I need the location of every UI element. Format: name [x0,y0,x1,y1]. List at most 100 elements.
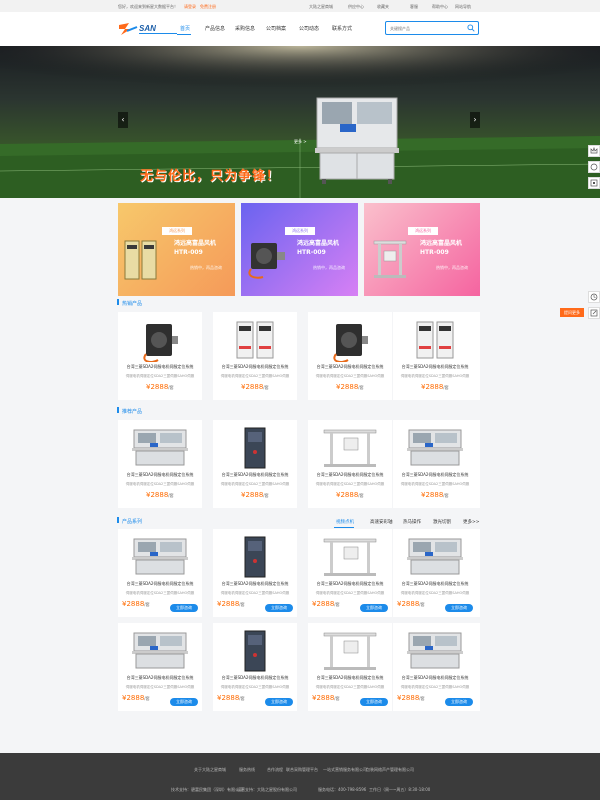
category-card-2[interactable]: 鸿远系列 鸿远高富晶风机 HTR-009 热销中，再品咨询 [241,203,358,296]
login-link[interactable]: 请登录 [184,4,196,10]
consult-button[interactable]: 立即咨询 [170,604,198,612]
search-box [385,21,479,35]
category-more: 热销中，再品咨询 [313,265,345,270]
tab-series-2[interactable]: 高速安彩轴 [370,519,393,525]
footer-link-process[interactable]: 合作流程 [267,767,283,773]
logo[interactable]: SAN 新星 [117,21,181,37]
category-card-3[interactable]: 鸿远系列 鸿远高富晶风机 HTR-009 热销中，再品咨询 [364,203,480,296]
side-tool-top[interactable] [588,291,600,303]
price-unit: /套 [144,696,150,701]
product-name: 台湾三菱SDA2伺服电机伺服定位系统 [316,581,384,586]
toplink-mall[interactable]: 大陆之星商城 [309,4,333,10]
side-tool-edit[interactable] [588,307,600,319]
price-unit: /套 [419,602,425,607]
product-card[interactable]: 台湾三菱SDA2伺服电机伺服定位系统 伺服电机伺服定位SDA2三菱伺服SAHO伺服… [118,312,202,400]
nav-contact[interactable]: 联系方式 [332,25,352,32]
consult-button[interactable]: 立即咨询 [445,604,473,612]
product-card[interactable]: 台湾三菱SDA2伺服电机伺服定位系统 伺服电机伺服定位SDA2三菱伺服SAHO伺服… [308,312,392,400]
product-name: 台湾三菱SDA2伺服电机伺服定位系统 [316,364,384,369]
register-link[interactable]: 免费注册 [200,4,216,10]
product-price: ¥2888/套 [122,600,150,608]
product-price: ¥2888/套 [241,383,269,391]
side-tool-crown[interactable] [588,145,600,157]
nav-company[interactable]: 公司档案 [266,25,286,32]
product-price: ¥2888/套 [336,383,364,391]
nav-news[interactable]: 公司动态 [299,25,319,32]
product-price: ¥2888/套 [122,694,150,702]
toplink-help[interactable]: 帮助中心 [432,4,448,10]
product-card[interactable]: 台湾三菱SDA2伺服电机伺服定位系统 伺服电机伺服定位SDA2三菱伺服SAHO伺服… [393,312,480,400]
product-name: 台湾三菱SDA2伺服电机伺服定位系统 [401,581,469,586]
banner-next-button[interactable]: › [470,112,480,128]
search-input[interactable] [390,24,460,33]
nav-purchase[interactable]: 采购信息 [235,25,255,32]
consult-button[interactable]: 立即咨询 [445,698,473,706]
product-image [236,321,274,359]
product-card[interactable]: 台湾三菱SDA2伺服电机伺服定位系统 伺服电机伺服定位SDA2三菱伺服SAHO伺服… [393,529,480,617]
product-name: 台湾三菱SDA2伺服电机伺服定位系统 [401,364,469,369]
banner-slogan: 无与伦比，只为争锋！ [140,169,281,184]
hero-banner[interactable]: 无与伦比，只为争锋！ 更多 > ‹ › [0,46,600,198]
nav-home[interactable]: 首页 [180,25,190,32]
tab-series-more[interactable]: 更多>> [463,519,480,525]
consult-button[interactable]: 立即咨询 [170,698,198,706]
product-image [407,632,463,669]
footer-link-about[interactable]: 关于大陆之星商城 [194,767,226,773]
product-desc: 伺服电机伺服定位SDA2三菱伺服SAHO伺服 [400,482,470,486]
nav-products[interactable]: 产品信息 [205,25,225,32]
category-title: 鸿远高富晶风机 HTR-009 [297,240,340,256]
product-card[interactable]: 台湾三菱SDA2伺服电机伺服定位系统 伺服电机伺服定位SDA2三菱伺服SAHO伺服… [308,420,392,508]
product-card[interactable]: 台湾三菱SDA2伺服电机伺服定位系统 伺服电机伺服定位SDA2三菱伺服SAHO伺服… [213,529,297,617]
toplink-favorites[interactable]: 收藏夹 [377,4,389,10]
toplink-supply[interactable]: 供应中心 [348,4,364,10]
side-tool-qrcode[interactable] [588,177,600,189]
search-icon[interactable] [467,24,475,32]
toplink-service[interactable]: 客服 [410,4,418,10]
tab-series-1[interactable]: 视频点机 [336,519,354,525]
banner-prev-button[interactable]: ‹ [118,112,128,128]
footer-link-hotline[interactable]: 服务热线 [239,767,255,773]
product-card[interactable]: 台湾三菱SDA2伺服电机伺服定位系统 伺服电机伺服定位SDA2三菱伺服SAHO伺服… [213,623,297,711]
consult-button[interactable]: 立即咨询 [265,604,293,612]
machine-image [315,97,399,184]
product-card[interactable]: 台湾三菱SDA2伺服电机伺服定位系统 伺服电机伺服定位SDA2三菱伺服SAHO伺服… [308,623,392,711]
product-price: ¥2888/套 [397,694,425,702]
price-unit: /套 [168,385,174,390]
consult-button[interactable]: 立即咨询 [360,698,388,706]
product-desc: 伺服电机伺服定位SDA2三菱伺服SAHO伺服 [220,482,290,486]
banner-more-link[interactable]: 更多 > [294,139,307,145]
footer-link-service[interactable]: 一站式营销服务有限公司 [323,767,367,773]
product-card[interactable]: 台湾三菱SDA2伺服电机伺服定位系统 伺服电机伺服定位SDA2三菱伺服SAHO伺服… [118,623,202,711]
category-more: 热销中，再品咨询 [190,265,222,270]
product-price: ¥2888/套 [397,600,425,608]
product-name: 台湾三菱SDA2伺服电机伺服定位系统 [316,675,384,680]
toplink-sitemap[interactable]: 网站导航 [455,4,471,10]
product-card[interactable]: 台湾三菱SDA2伺服电机伺服定位系统 伺服电机伺服定位SDA2三菱伺服SAHO伺服… [213,420,297,508]
product-card[interactable]: 台湾三菱SDA2伺服电机伺服定位系统 伺服电机伺服定位SDA2三菱伺服SAHO伺服… [118,420,202,508]
tab-series-3[interactable]: 热马操作 [403,519,421,525]
category-tag: 鸿远系列 [408,227,438,235]
footer-link-packaging[interactable]: 包装网络声产管理有限公司 [366,767,414,773]
product-desc: 伺服电机伺服定位SDA2三菱伺服SAHO伺服 [220,685,290,689]
product-price: ¥2888/套 [217,694,245,702]
controller-image [124,240,157,280]
price-value: ¥2888 [336,491,359,499]
section-title-series: 产品系列 [122,519,143,525]
category-card-1[interactable]: 鸿远系列 鸿远高富晶风机 HTR-009 热销中，再品咨询 [118,203,235,296]
product-card[interactable]: 台湾三菱SDA2伺服电机伺服定位系统 伺服电机伺服定位SDA2三菱伺服SAHO伺服… [308,529,392,617]
ask-more-button[interactable]: 提问更多 [560,308,584,317]
logo-icon: SAN [119,23,177,35]
product-card[interactable]: 台湾三菱SDA2伺服电机伺服定位系统 伺服电机伺服定位SDA2三菱伺服SAHO伺服… [393,420,480,508]
consult-button[interactable]: 立即咨询 [265,698,293,706]
category-title: 鸿远高富晶风机 HTR-009 [420,240,463,256]
footer-phone: 服务电话：400-798-8596 [318,787,367,792]
side-tool-service[interactable] [588,161,600,173]
product-price: ¥2888/套 [312,600,340,608]
consult-button[interactable]: 立即咨询 [360,604,388,612]
product-card[interactable]: 台湾三菱SDA2伺服电机伺服定位系统 伺服电机伺服定位SDA2三菱伺服SAHO伺服… [118,529,202,617]
tab-series-4[interactable]: 激光切割 [433,519,451,525]
product-card[interactable]: 台湾三菱SDA2伺服电机伺服定位系统 伺服电机伺服定位SDA2三菱伺服SAHO伺服… [393,623,480,711]
footer-link-platform[interactable]: 联合采购管理平台 [286,767,318,773]
product-card[interactable]: 台湾三菱SDA2伺服电机伺服定位系统 伺服电机伺服定位SDA2三菱伺服SAHO伺服… [213,312,297,400]
product-name: 台湾三菱SDA2伺服电机伺服定位系统 [126,472,194,477]
